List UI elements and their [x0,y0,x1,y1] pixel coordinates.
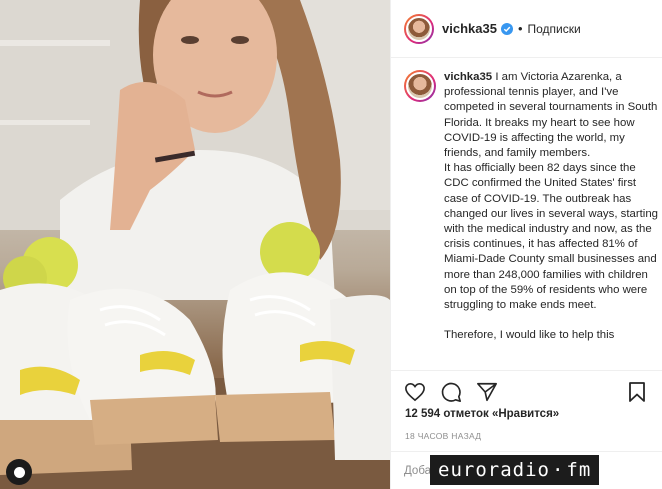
caption-paragraph-3: Therefore, I would like to help this [444,329,615,342]
comment-icon[interactable] [439,380,463,404]
watermark-domain: fm [566,459,592,481]
heart-icon[interactable] [403,380,427,404]
post-photo[interactable] [0,0,390,489]
photo-illustration [0,0,390,489]
caption-paragraph-2: It has officially been 82 days since the… [444,162,658,312]
caption-scroll-area[interactable]: vichka35 I am Victoria Azarenka, a profe… [391,70,662,370]
share-icon[interactable] [475,380,499,404]
post-header: vichka35 • Подписки [391,0,662,58]
header-separator: • [517,21,523,36]
likes-count[interactable]: 12 594 отметок «Нравится» [405,408,559,420]
avatar[interactable] [404,13,434,44]
caption: vichka35 I am Victoria Azarenka, a profe… [404,70,662,343]
post-actions [391,370,662,412]
post-side-panel: vichka35 • Подписки vichka35 I am Victor… [390,0,662,489]
verified-badge-icon [500,22,513,35]
photo-tag-icon[interactable] [6,459,32,485]
caption-paragraph-1: I am Victoria Azarenka, a professional t… [444,71,658,160]
caption-username[interactable]: vichka35 [444,71,492,83]
post-timestamp[interactable]: 18 ЧАСОВ НАЗАД [405,431,481,441]
caption-avatar[interactable] [404,70,436,102]
watermark-separator: · [551,459,565,481]
caption-gap [444,313,659,328]
watermark-logo: euroradio · fm [430,455,600,485]
bookmark-icon[interactable] [625,380,649,404]
header-username[interactable]: vichka35 [442,21,497,36]
following-button[interactable]: Подписки [528,22,581,36]
watermark-name: euroradio [438,459,550,481]
caption-text: vichka35 I am Victoria Azarenka, a profe… [444,70,659,343]
